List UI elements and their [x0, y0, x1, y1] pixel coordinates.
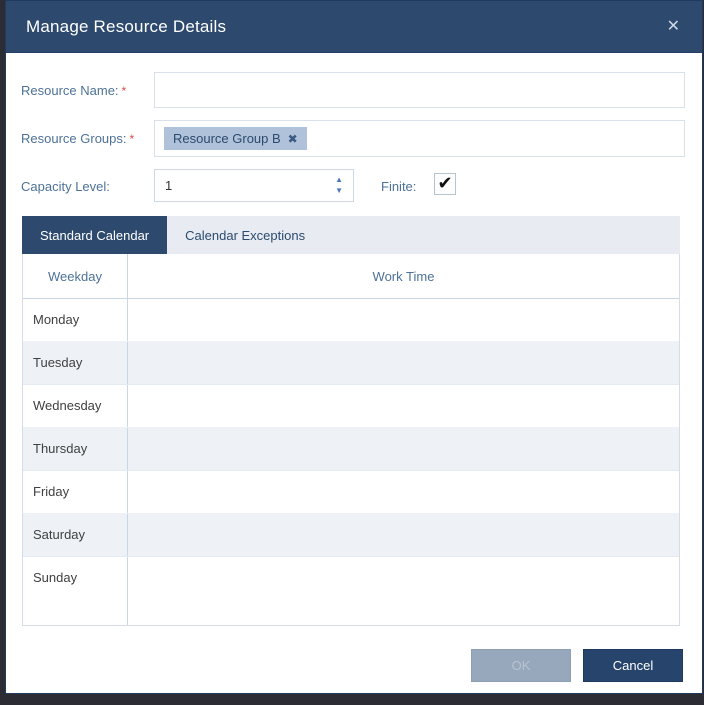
finite-label-text: Finite:: [381, 179, 417, 194]
work-time-cell[interactable]: [128, 471, 679, 513]
resource-name-label-text: Resource Name:: [21, 83, 119, 98]
tab-standard-calendar[interactable]: Standard Calendar: [22, 216, 168, 254]
table-header-row: Weekday Work Time: [23, 254, 679, 299]
dialog-header: Manage Resource Details ✕: [6, 1, 702, 53]
column-header-work-time: Work Time: [372, 268, 435, 284]
manage-resource-details-dialog: Manage Resource Details ✕ Resource Name:…: [5, 0, 703, 694]
capacity-level-stepper: ▲ ▼: [154, 169, 354, 202]
table-row-sunday[interactable]: Sunday: [23, 557, 679, 625]
table-row-saturday[interactable]: Saturday: [23, 514, 679, 557]
column-header-weekday: Weekday: [23, 254, 128, 298]
work-time-cell[interactable]: [128, 428, 679, 470]
resource-name-label: Resource Name: *: [21, 83, 126, 98]
work-time-cell[interactable]: [128, 342, 679, 384]
resource-groups-label-text: Resource Groups:: [21, 131, 127, 146]
capacity-level-label: Capacity Level:: [21, 179, 110, 194]
cancel-button[interactable]: Cancel: [583, 649, 683, 682]
capacity-level-label-text: Capacity Level:: [21, 179, 110, 194]
weekday-cell: Monday: [23, 299, 128, 341]
resource-groups-label: Resource Groups: *: [21, 131, 134, 146]
table-row-tuesday[interactable]: Tuesday: [23, 342, 679, 385]
finite-label: Finite:: [381, 179, 416, 194]
resource-name-required-marker: *: [121, 84, 127, 98]
weekday-cell: Wednesday: [23, 385, 128, 427]
finite-checkbox[interactable]: ✔: [434, 173, 456, 195]
weekday-cell: Tuesday: [23, 342, 128, 384]
work-time-cell[interactable]: [128, 385, 679, 427]
table-row-monday[interactable]: Monday: [23, 299, 679, 342]
weekday-cell: Saturday: [23, 514, 128, 556]
calendar-tabs: Standard Calendar Calendar Exceptions: [22, 216, 680, 254]
resource-groups-required-marker: *: [129, 132, 135, 146]
ok-button[interactable]: OK: [471, 649, 571, 682]
resource-name-input[interactable]: [154, 72, 685, 108]
close-icon[interactable]: ✕: [665, 15, 682, 39]
weekday-cell: Sunday: [23, 557, 128, 625]
tab-calendar-exceptions[interactable]: Calendar Exceptions: [167, 216, 323, 254]
tag-remove-icon[interactable]: ✖: [288, 132, 298, 146]
table-row-thursday[interactable]: Thursday: [23, 428, 679, 471]
work-time-cell[interactable]: [128, 557, 679, 625]
resource-group-tag: Resource Group B ✖: [164, 127, 307, 150]
weekday-cell: Friday: [23, 471, 128, 513]
dialog-title: Manage Resource Details: [26, 16, 227, 36]
spinner-arrows: ▲ ▼: [335, 176, 353, 195]
spinner-down-icon[interactable]: ▼: [335, 187, 343, 195]
capacity-level-input[interactable]: [155, 178, 336, 193]
resource-groups-field[interactable]: Resource Group B ✖: [154, 120, 685, 157]
resource-group-tag-label: Resource Group B: [173, 131, 281, 146]
table-row-friday[interactable]: Friday: [23, 471, 679, 514]
work-time-cell[interactable]: [128, 514, 679, 556]
weekday-cell: Thursday: [23, 428, 128, 470]
table-row-wednesday[interactable]: Wednesday: [23, 385, 679, 428]
checkmark-icon: ✔: [437, 173, 453, 193]
work-time-cell[interactable]: [128, 299, 679, 341]
spinner-up-icon[interactable]: ▲: [335, 176, 343, 184]
standard-calendar-table: Weekday Work Time Monday Tuesday Wednesd…: [22, 254, 680, 626]
